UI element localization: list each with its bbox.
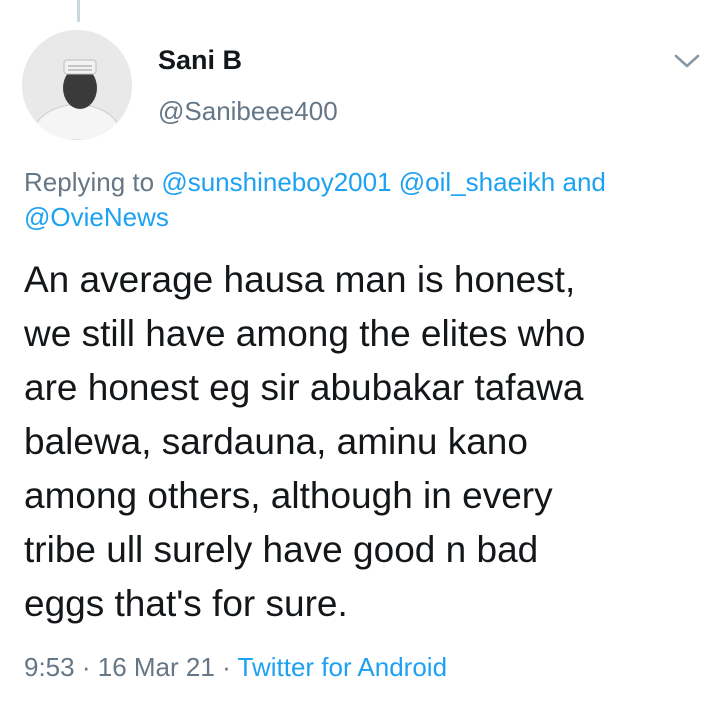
tweet-line: we still have among the elites who [24,313,586,354]
mention-link[interactable]: @sunshineboy2001 [161,167,391,197]
mention-link[interactable]: @OvieNews [24,202,169,232]
avatar-photo [22,30,132,140]
tweet-line: balewa, sardauna, aminu kano [24,421,528,462]
tweet-line: are honest eg sir abubakar tafawa [24,367,584,408]
tweet-source-link[interactable]: Twitter for Android [238,652,448,682]
mention-conjunction[interactable]: and [563,167,606,197]
tweet-line: among others, although in every [24,475,553,516]
meta-separator: · [222,652,231,682]
avatar[interactable] [22,30,132,140]
author-name[interactable]: Sani B [158,45,242,76]
tweet-line: An average hausa man is honest, [24,259,576,300]
replying-to-label: Replying to [24,167,155,197]
replying-to: Replying to @sunshineboy2001 @oil_shaeik… [24,165,704,235]
meta-separator: · [81,652,91,682]
author-handle[interactable]: @Sanibeee400 [158,96,338,127]
tweet-line: tribe ull surely have good n bad [24,529,539,570]
mention-link[interactable]: @oil_shaeikh [399,167,555,197]
tweet-metadata: 9:53 · 16 Mar 21 · Twitter for Android [24,652,447,683]
tweet-line: eggs that's for sure. [24,583,348,624]
tweet-date[interactable]: 16 Mar 21 [98,652,215,682]
tweet-body: An average hausa man is honest, we still… [24,253,708,631]
thread-connector-line [77,0,80,22]
tweet-time[interactable]: 9:53 [24,652,75,682]
chevron-down-icon[interactable] [672,50,702,72]
